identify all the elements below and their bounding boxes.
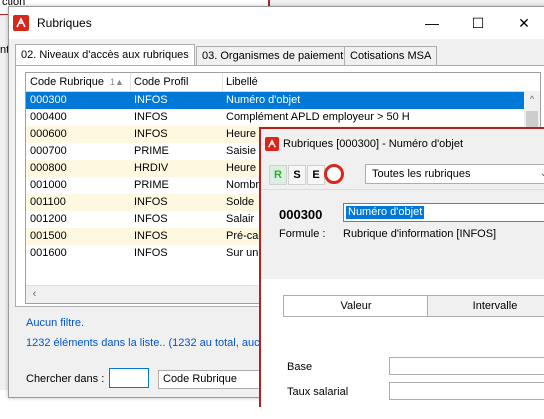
minimize-icon[interactable]: — (409, 7, 455, 39)
table-row[interactable]: 000400 INFOS Complément APLD employeur >… (26, 109, 524, 126)
taux-salarial-input[interactable] (389, 382, 544, 400)
tab-intervalle[interactable]: Intervalle (427, 295, 544, 317)
sort-ascending-icon: 1▲ (110, 77, 124, 87)
window-title: Rubriques (37, 16, 92, 30)
table-header: Code Rubrique 1▲ Code Profil Libellé (26, 73, 540, 92)
tab-organismes-paiement[interactable]: 03. Organismes de paiement (196, 46, 350, 65)
chevron-down-icon: ⌄ (539, 168, 544, 179)
e-button[interactable]: E (307, 165, 325, 185)
rubrique-code: 000300 (279, 207, 323, 222)
filter-status[interactable]: Aucun filtre. (26, 317, 84, 329)
item-count: 1232 éléments dans la liste.. (1232 au t… (26, 337, 260, 349)
scroll-up-icon[interactable]: ^ (524, 91, 540, 107)
rubrique-detail-window: Rubriques [000300] - Numéro d'objet R S … (259, 127, 544, 419)
base-input[interactable] (389, 357, 544, 375)
taux-salarial-label: Taux salarial (287, 386, 349, 398)
rubrique-filter-select[interactable]: Toutes les rubriques ⌄ (365, 164, 544, 184)
formula-value: Rubrique d'information [INFOS] (343, 228, 497, 240)
app-logo-icon (13, 15, 29, 31)
r-button[interactable]: R (269, 165, 287, 185)
stop-icon[interactable] (324, 164, 344, 184)
close-icon[interactable]: ✕ (501, 7, 544, 39)
detail-toolbar: R S E Toutes les rubriques ⌄ (261, 159, 544, 190)
column-header-libelle[interactable]: Libellé (222, 73, 526, 91)
detail-title-bar[interactable]: Rubriques [000300] - Numéro d'objet (261, 129, 544, 159)
column-header-code-profil[interactable]: Code Profil (130, 73, 223, 91)
tab-niveaux-acces[interactable]: 02. Niveaux d'accès aux rubriques (15, 44, 195, 65)
maximize-icon[interactable]: ☐ (455, 7, 501, 39)
detail-window-title: Rubriques [000300] - Numéro d'objet (283, 138, 464, 150)
tab-cotisations-msa[interactable]: Cotisations MSA (344, 46, 438, 65)
search-input[interactable] (109, 368, 149, 388)
formula-label: Formule : (279, 228, 326, 240)
scroll-left-icon[interactable]: ‹ (26, 286, 43, 303)
libelle-selected-text: Numéro d'objet (346, 206, 425, 219)
title-bar[interactable]: Rubriques — ☐ ✕ (9, 7, 544, 39)
search-field-select[interactable]: Code Rubrique (158, 370, 266, 389)
search-label: Chercher dans : (26, 373, 105, 385)
table-row[interactable]: 000300 INFOS Numéro d'objet (26, 92, 524, 109)
base-label: Base (287, 361, 313, 373)
app-logo-icon (265, 137, 279, 151)
tab-valeur[interactable]: Valeur (283, 295, 429, 317)
s-button[interactable]: S (288, 165, 306, 185)
libelle-input[interactable]: Numéro d'objet (343, 203, 544, 222)
